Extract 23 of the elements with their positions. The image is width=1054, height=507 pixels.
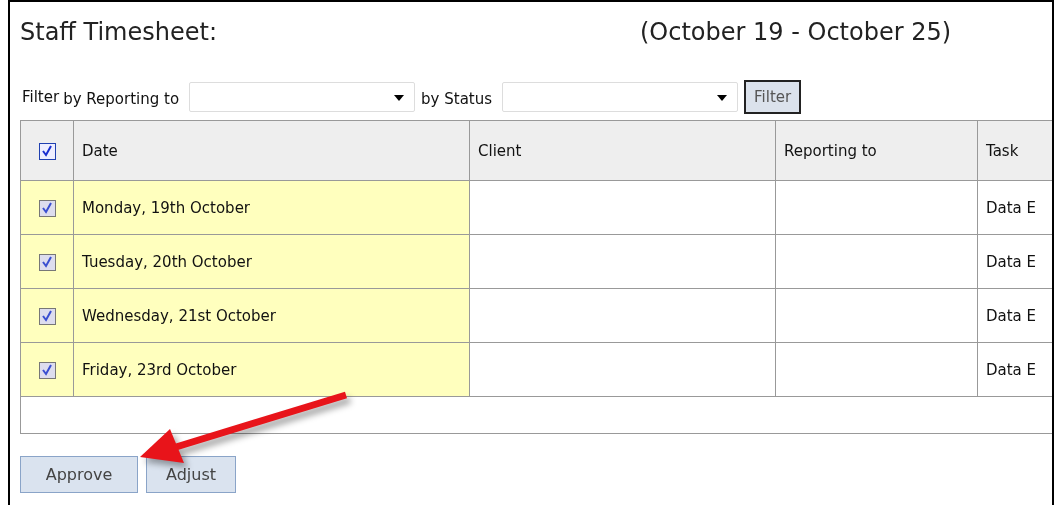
caret-icon — [394, 95, 405, 101]
date-range: (October 19 - October 25) — [640, 18, 952, 48]
filter-button[interactable]: Filter — [744, 80, 802, 114]
row-checkbox[interactable] — [38, 253, 56, 271]
table-cell: Tuesday, 20th October — [73, 234, 470, 289]
adjust-button[interactable]: Adjust — [146, 456, 236, 493]
row-checkbox[interactable] — [38, 199, 56, 217]
caret-icon — [717, 95, 728, 101]
row-checkbox[interactable] — [38, 361, 56, 379]
select-all-checkbox[interactable] — [38, 142, 56, 160]
table-cell: Monday, 19th October — [73, 180, 470, 235]
table-cell: Friday, 23rd October — [73, 342, 470, 397]
row-checkbox[interactable] — [38, 307, 56, 325]
filter-label: by Reporting to — [63, 90, 180, 108]
filter-label: Filter — [22, 88, 60, 106]
approve-button[interactable]: Approve — [20, 456, 138, 493]
column-header: Client — [469, 120, 776, 181]
page-title: Staff Timesheet: — [20, 18, 218, 48]
column-header: Date — [73, 120, 470, 181]
column-header: Task — [977, 120, 1052, 181]
table-cell: Wednesday, 21st October — [73, 288, 470, 343]
column-header: Reporting to — [775, 120, 978, 181]
filter-label: by Status — [421, 90, 493, 108]
